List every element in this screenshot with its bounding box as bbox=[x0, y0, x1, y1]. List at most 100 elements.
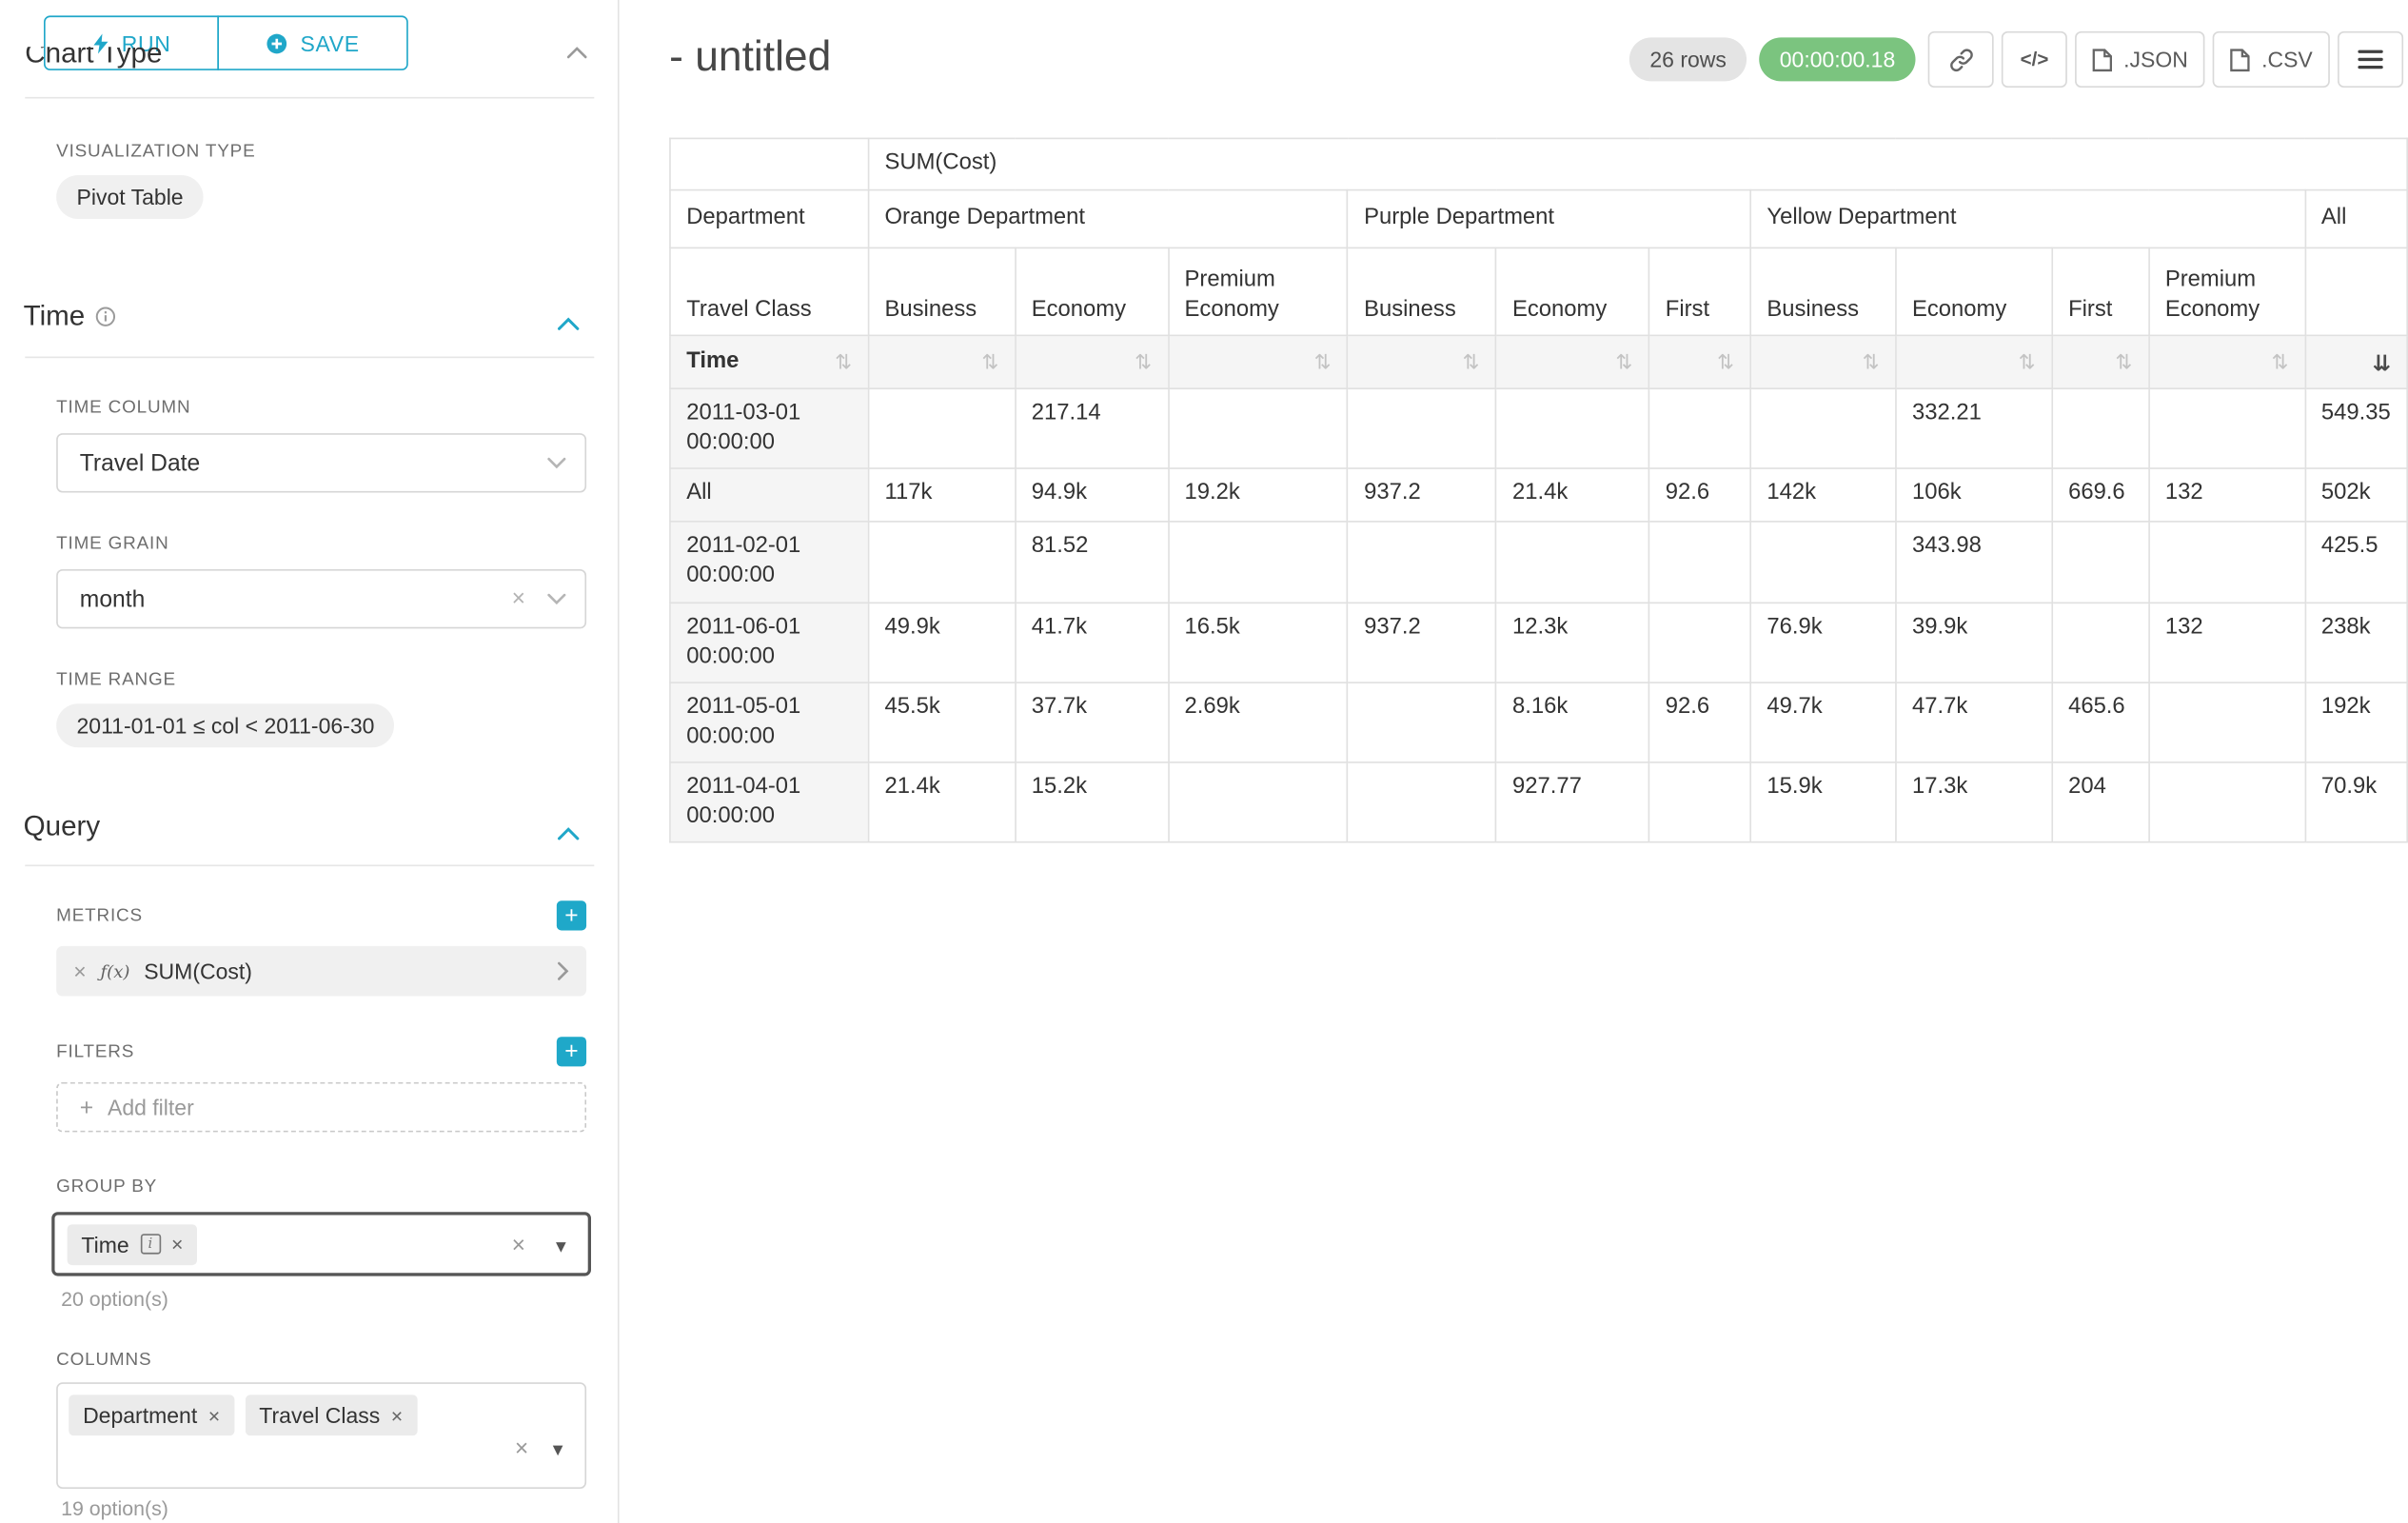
sort-icon[interactable]: ⇅ bbox=[2019, 352, 2036, 372]
pivot-value-cell: 937.2 bbox=[1348, 468, 1496, 522]
pivot-department-header: Purple Department bbox=[1348, 190, 1750, 248]
group-by-tag-time[interactable]: Time i × bbox=[68, 1224, 198, 1265]
export-json-button[interactable]: .JSON bbox=[2075, 31, 2205, 88]
columns-tag-department[interactable]: Department × bbox=[69, 1394, 234, 1435]
sort-icon[interactable]: ⇅ bbox=[2271, 352, 2288, 372]
chevron-up-icon[interactable] bbox=[566, 47, 588, 67]
collapse-query-chevron-up-icon[interactable] bbox=[557, 821, 582, 846]
pivot-sort-cell[interactable]: ⇅ bbox=[1896, 335, 2052, 388]
remove-tag-icon[interactable]: × bbox=[391, 1405, 403, 1425]
pivot-sort-row: Time⇅⇅⇅⇅⇅⇅⇅⇅⇅⇅⇅⇊ bbox=[670, 335, 2407, 388]
remove-tag-icon[interactable]: × bbox=[208, 1405, 220, 1425]
caret-down-icon[interactable]: ▾ bbox=[553, 1438, 563, 1458]
json-button-label: .JSON bbox=[2123, 47, 2188, 71]
pivot-metric-row: SUM(Cost) bbox=[670, 138, 2407, 189]
sort-icon[interactable]: ⇅ bbox=[1717, 352, 1734, 372]
pivot-col-dimension-header: Travel Class bbox=[670, 247, 868, 335]
pivot-sort-cell[interactable]: ⇅ bbox=[1015, 335, 1168, 388]
time-range-value: 2011-01-01 ≤ col < 2011-06-30 bbox=[77, 713, 375, 738]
pivot-sort-cell[interactable]: ⇅ bbox=[2052, 335, 2149, 388]
pivot-sort-cell[interactable]: ⇅ bbox=[1496, 335, 1649, 388]
columns-select[interactable]: Department × Travel Class × × ▾ bbox=[56, 1382, 586, 1489]
sort-icon[interactable]: ⇅ bbox=[1463, 352, 1480, 372]
info-icon bbox=[96, 307, 116, 326]
pivot-value-cell: 343.98 bbox=[1896, 522, 2052, 602]
pivot-value-cell: 502k bbox=[2305, 468, 2408, 522]
pivot-value-cell bbox=[1168, 388, 1348, 468]
time-column-select[interactable]: Travel Date bbox=[56, 433, 586, 492]
remove-metric-icon[interactable]: × bbox=[73, 960, 86, 982]
add-metric-button[interactable]: + bbox=[557, 900, 586, 930]
caret-down-icon[interactable]: ▾ bbox=[556, 1236, 566, 1256]
add-filter-dropzone[interactable]: + Add filter bbox=[56, 1082, 586, 1133]
pivot-data-row: 2011-04-01 00:00:0021.4k15.2k927.7715.9k… bbox=[670, 762, 2407, 842]
pivot-value-cell bbox=[2149, 682, 2305, 762]
time-range-pill[interactable]: 2011-01-01 ≤ col < 2011-06-30 bbox=[56, 703, 395, 747]
pivot-time-sort-cell[interactable]: Time⇅ bbox=[670, 335, 868, 388]
sort-icon[interactable]: ⇅ bbox=[1135, 352, 1152, 372]
pivot-value-cell bbox=[1168, 762, 1348, 842]
explore-page: RUN SAVE Chart Type VISUALIZATION TYPE P… bbox=[0, 0, 2408, 1523]
visualization-type-pill[interactable]: Pivot Table bbox=[56, 175, 204, 219]
pivot-value-cell bbox=[2052, 388, 2149, 468]
pivot-sort-cell[interactable]: ⇅ bbox=[1168, 335, 1348, 388]
pivot-value-cell bbox=[1348, 762, 1496, 842]
clear-icon[interactable]: × bbox=[512, 587, 525, 611]
pivot-class-header: Economy bbox=[1015, 247, 1168, 335]
visualization-type-value: Pivot Table bbox=[77, 185, 184, 209]
sort-icon[interactable]: ⇅ bbox=[1615, 352, 1632, 372]
export-csv-button[interactable]: .CSV bbox=[2213, 31, 2330, 88]
pivot-value-cell bbox=[2052, 603, 2149, 682]
pivot-sort-cell[interactable]: ⇊ bbox=[2305, 335, 2408, 388]
add-filter-button[interactable]: + bbox=[557, 1037, 586, 1066]
sort-icon[interactable]: ⇅ bbox=[981, 352, 998, 372]
time-section-heading: Time bbox=[24, 300, 116, 333]
metric-value: SUM(Cost) bbox=[144, 959, 252, 983]
group-by-select[interactable]: Time i × × ▾ bbox=[51, 1212, 591, 1276]
sort-descending-icon[interactable]: ⇊ bbox=[2373, 351, 2391, 373]
visualization-type-label: VISUALIZATION TYPE bbox=[56, 143, 255, 162]
pivot-class-header: Economy bbox=[1896, 247, 2052, 335]
pivot-value-cell bbox=[1496, 522, 1649, 602]
pivot-value-cell: 94.9k bbox=[1015, 468, 1168, 522]
collapse-time-chevron-up-icon[interactable] bbox=[557, 311, 582, 336]
pivot-value-cell: 41.7k bbox=[1015, 603, 1168, 682]
pivot-class-header: Premium Economy bbox=[2149, 247, 2305, 335]
time-grain-select[interactable]: month × bbox=[56, 569, 586, 628]
metric-option[interactable]: × ƒ(x) SUM(Cost) bbox=[56, 946, 586, 997]
pivot-table: SUM(Cost)DepartmentOrange DepartmentPurp… bbox=[669, 138, 2408, 843]
pivot-sort-cell[interactable]: ⇅ bbox=[868, 335, 1015, 388]
pivot-value-cell bbox=[1750, 388, 1896, 468]
pivot-class-header: Business bbox=[1750, 247, 1896, 335]
pivot-sort-cell[interactable]: ⇅ bbox=[2149, 335, 2305, 388]
pivot-value-cell bbox=[2149, 762, 2305, 842]
pivot-value-cell: 12.3k bbox=[1496, 603, 1649, 682]
pivot-row-header: 2011-04-01 00:00:00 bbox=[670, 762, 868, 842]
pivot-sort-cell[interactable]: ⇅ bbox=[1750, 335, 1896, 388]
clear-icon[interactable]: × bbox=[515, 1437, 528, 1461]
columns-tag-travel-class[interactable]: Travel Class × bbox=[246, 1394, 418, 1435]
chevron-right-icon[interactable] bbox=[557, 961, 569, 980]
chart-type-heading: Chart Type bbox=[25, 47, 594, 73]
csv-button-label: .CSV bbox=[2261, 47, 2313, 71]
time-grain-label: TIME GRAIN bbox=[56, 535, 168, 554]
share-link-button[interactable] bbox=[1928, 31, 1994, 88]
sort-icon[interactable]: ⇅ bbox=[2115, 352, 2132, 372]
pivot-value-cell: 132 bbox=[2149, 603, 2305, 682]
sort-icon[interactable]: ⇅ bbox=[1314, 352, 1332, 372]
pivot-value-cell: 39.9k bbox=[1896, 603, 2052, 682]
remove-tag-icon[interactable]: × bbox=[171, 1234, 183, 1254]
sort-icon[interactable]: ⇅ bbox=[835, 352, 852, 372]
chevron-down-icon bbox=[547, 593, 566, 605]
chart-menu-button[interactable] bbox=[2338, 31, 2403, 88]
view-query-button[interactable]: </> bbox=[2002, 31, 2067, 88]
pivot-value-cell: 17.3k bbox=[1896, 762, 2052, 842]
clear-icon[interactable]: × bbox=[512, 1234, 525, 1257]
pivot-sort-cell[interactable]: ⇅ bbox=[1649, 335, 1751, 388]
pivot-class-header: First bbox=[2052, 247, 2149, 335]
sort-icon[interactable]: ⇅ bbox=[1863, 352, 1880, 372]
pivot-sort-cell[interactable]: ⇅ bbox=[1348, 335, 1496, 388]
chevron-down-icon bbox=[547, 457, 566, 469]
pivot-value-cell: 238k bbox=[2305, 603, 2408, 682]
filters-label: FILTERS bbox=[56, 1043, 134, 1062]
